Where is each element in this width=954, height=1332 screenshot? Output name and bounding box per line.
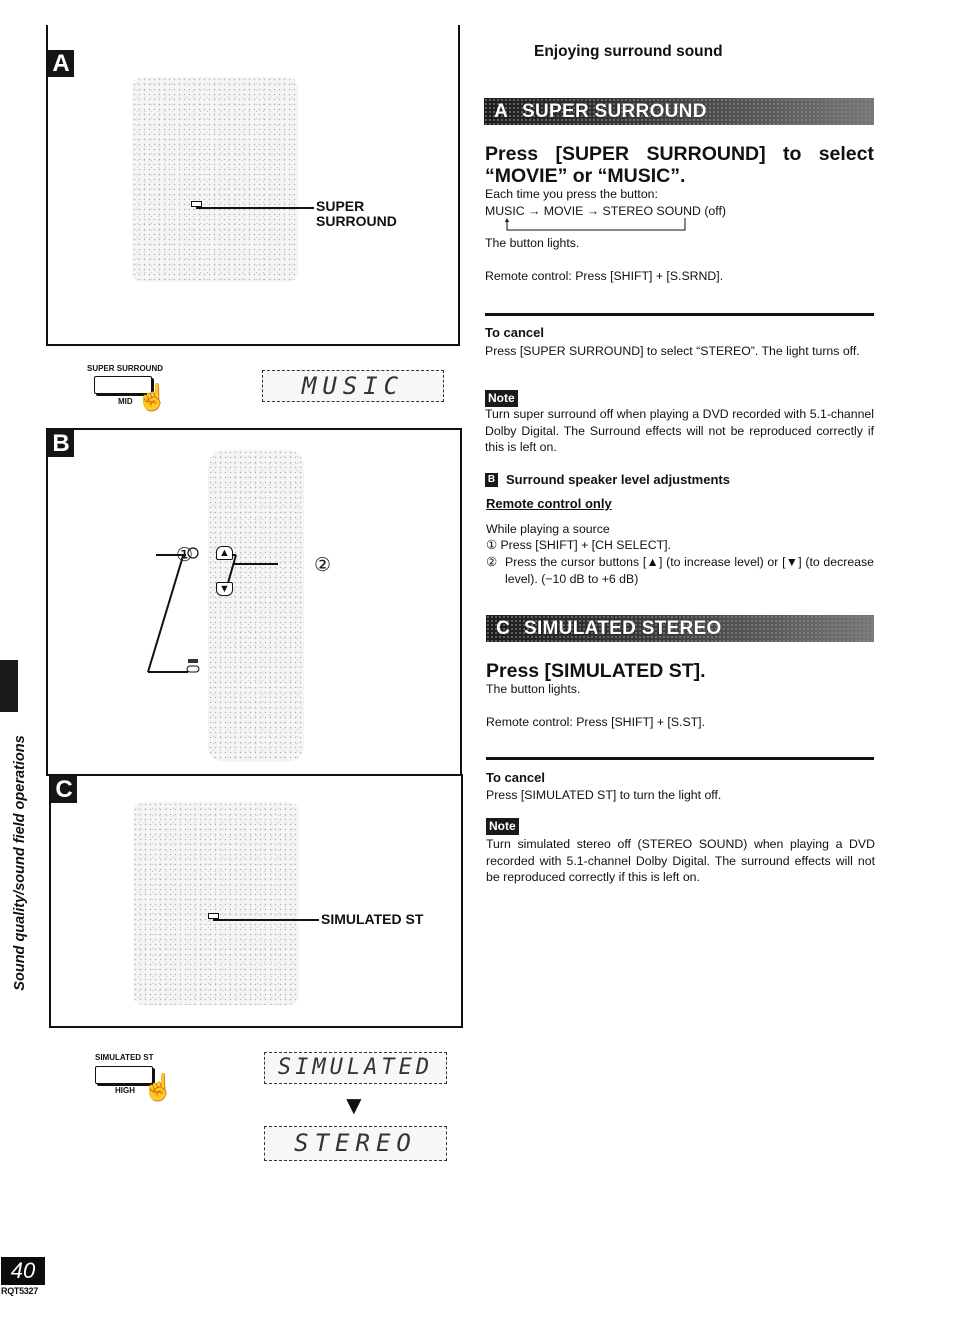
device-illustration — [133, 802, 299, 1005]
section-a-heading: Press [SUPER SURROUND] to select “MOVIE”… — [485, 143, 874, 187]
figure-a-bottom-border — [46, 344, 460, 346]
device-illustration — [132, 77, 298, 282]
figure-letter-badge: C — [51, 776, 77, 803]
section-letter-badge: B — [485, 473, 498, 487]
button-lights-text: The button lights. — [485, 236, 580, 250]
marker-2: ② — [314, 555, 332, 576]
section-title: SIMULATED STEREO — [524, 618, 722, 639]
display-music: MUSIC — [262, 370, 444, 402]
super-surround-callout: SUPER SURROUND — [316, 198, 397, 229]
simulated-st-button-label: SIMULATED ST — [95, 1053, 154, 1062]
transition-arrow-icon: ▼ — [341, 1090, 367, 1120]
figure-b: B ① ② ▲ ▼ — [46, 428, 462, 776]
button-level-label: HIGH — [115, 1086, 135, 1095]
step-number: ① — [486, 538, 498, 552]
callout-leader-line — [196, 207, 314, 209]
button-lights-text: The button lights. — [486, 682, 581, 696]
step-text: Press [SHIFT] + [CH SELECT]. — [500, 538, 671, 552]
each-time-text: Each time you press the button: — [485, 187, 658, 201]
callout-leader-line — [213, 919, 319, 921]
figure-letter-badge: A — [48, 50, 74, 77]
step-1: ① Press [SHIFT] + [CH SELECT]. — [486, 537, 874, 554]
note-text: Turn super surround off when playing a D… — [485, 407, 874, 454]
section-bar-simulated-stereo: C SIMULATED STEREO — [486, 615, 874, 642]
to-cancel-heading: To cancel — [486, 770, 546, 785]
remote-callout-lines — [147, 547, 278, 673]
mode-cycle-return-arrow — [505, 218, 686, 231]
section-bar-super-surround: A SUPER SURROUND — [484, 98, 874, 125]
note-badge: Note — [485, 390, 518, 407]
section-title: SUPER SURROUND — [522, 101, 707, 122]
step-2: ② Press the cursor buttons [▲] (to incre… — [486, 554, 874, 587]
display-stereo: STEREO — [264, 1126, 447, 1161]
page-header: Enjoying surround sound — [534, 43, 723, 60]
note-badge: Note — [486, 818, 519, 835]
button-level-label: MID — [118, 397, 133, 406]
to-cancel-heading: To cancel — [485, 325, 545, 340]
document-code: RQT5327 — [1, 1286, 38, 1296]
figure-c: C SIMULATED ST — [49, 774, 463, 1028]
figure-a-right-border — [458, 25, 460, 346]
marker-1: ① — [176, 545, 194, 566]
to-cancel-text: Press [SUPER SURROUND] to select “STEREO… — [485, 344, 860, 358]
chapter-title-vertical: Sound quality/sound field operations — [12, 735, 28, 991]
section-letter: C — [496, 618, 510, 639]
cursor-up-icon: ▲ — [216, 546, 233, 560]
remote-text: Remote control: Press [SHIFT] + [S.ST]. — [486, 715, 706, 729]
pointing-hand-icon: ☝ — [136, 382, 169, 412]
section-title: Surround speaker level adjustments — [506, 472, 730, 487]
remote-only-label: Remote control only — [486, 496, 612, 511]
cursor-down-icon: ▼ — [216, 582, 233, 596]
step-text: Press the cursor buttons [▲] (to increas… — [505, 555, 874, 586]
pointing-hand-icon: ☝ — [142, 1072, 175, 1102]
display-simulated: SIMULATED — [264, 1052, 447, 1084]
intro-text: While playing a source — [486, 522, 610, 536]
simulated-st-callout: SIMULATED ST — [321, 911, 424, 927]
page-number: 40 — [1, 1257, 45, 1285]
figure-a: A SUPER SURROUND — [46, 25, 462, 346]
section-letter: A — [494, 101, 508, 122]
remote-text: Remote control: Press [SHIFT] + [S.SRND]… — [485, 269, 724, 283]
section-divider — [486, 757, 874, 760]
section-c-heading: Press [SIMULATED ST]. — [486, 660, 706, 682]
section-divider — [485, 313, 874, 316]
note-text: Turn simulated stereo off (STEREO SOUND)… — [486, 837, 875, 884]
to-cancel-text: Press [SIMULATED ST] to turn the light o… — [486, 788, 722, 802]
super-surround-button-label: SUPER SURROUND — [87, 364, 164, 373]
step-number: ② — [486, 555, 498, 569]
